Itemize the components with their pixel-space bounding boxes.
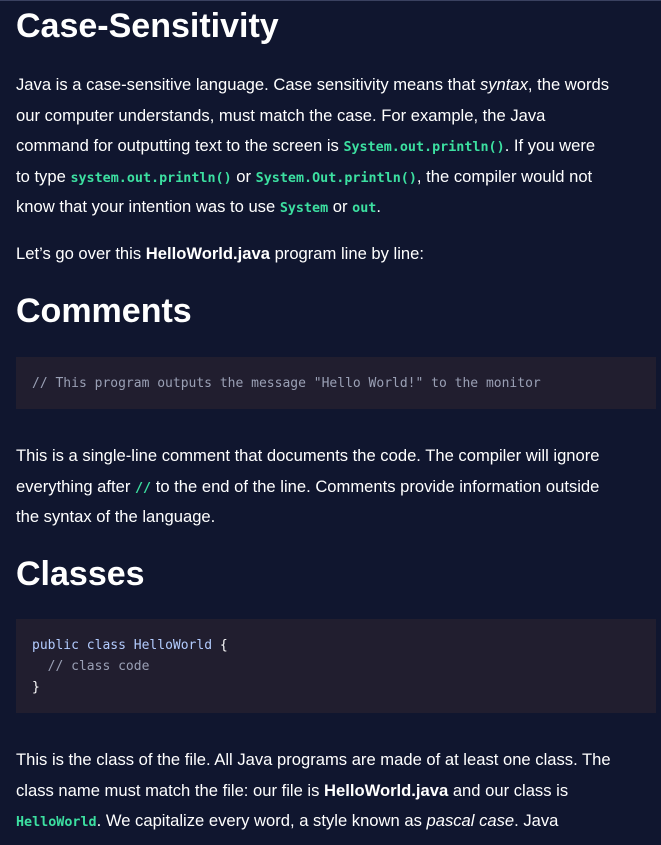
inline-code: System.Out.println() [255, 170, 417, 186]
comment-code-block: // This program outputs the message "Hel… [16, 357, 656, 409]
inline-code: system.out.println() [70, 170, 232, 186]
inline-code: System.out.println() [343, 140, 505, 156]
inline-code: // [134, 480, 152, 496]
classes-paragraph: This is the class of the file. All Java … [16, 750, 611, 831]
comments-heading: Comments [16, 292, 192, 330]
case-sensitivity-heading: Case-Sensitivity [16, 7, 279, 45]
inline-code: out [352, 201, 377, 217]
inline-code: HelloWorld [16, 815, 97, 831]
lesson-article: Case-Sensitivity Java is a case-sensitiv… [0, 0, 661, 845]
intro-paragraph: Let’s go over this HelloWorld.java progr… [16, 244, 424, 263]
classes-heading: Classes [16, 555, 145, 593]
inline-code: System [279, 201, 329, 217]
case-sensitivity-paragraph: Java is a case-sensitive language. Case … [16, 75, 610, 217]
comments-paragraph: This is a single-line comment that docum… [16, 446, 600, 527]
class-code-block: public class HelloWorld { // class code … [16, 619, 656, 713]
